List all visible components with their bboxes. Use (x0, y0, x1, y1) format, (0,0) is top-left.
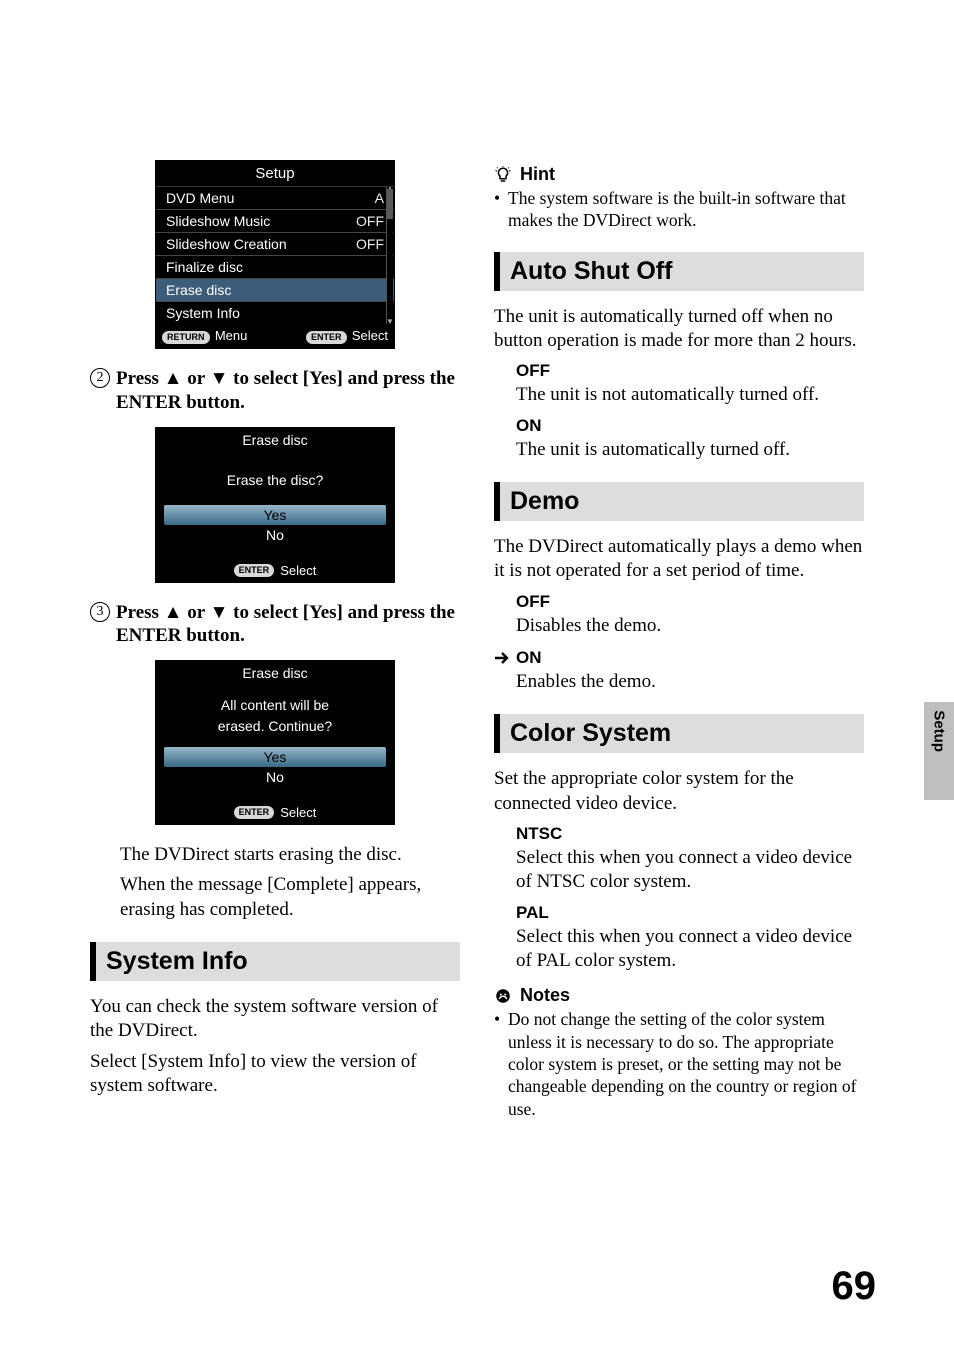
step-number: 2 (90, 368, 110, 388)
setup-row-finalize-disc: Finalize disc (156, 256, 394, 279)
setup-row-slideshow-music: Slideshow Music OFF (156, 210, 394, 233)
setup-row-value: A (375, 190, 384, 206)
option-pal-label: PAL (516, 903, 864, 923)
setup-row-value: OFF (356, 236, 384, 252)
bullet-icon: • (494, 1008, 508, 1120)
footer-enter-label: Select (280, 563, 316, 578)
option-off-desc: Disables the demo. (516, 614, 864, 638)
section-demo: Demo (494, 482, 864, 521)
dialog-option-yes: Yes (164, 747, 386, 767)
body-paragraph: The DVDirect automatically plays a demo … (494, 535, 864, 584)
body-paragraph: The DVDirect starts erasing the disc. (120, 843, 460, 867)
setup-row-label: Slideshow Music (166, 213, 270, 229)
setup-row-label: Finalize disc (166, 259, 243, 275)
body-paragraph: Select [System Info] to view the version… (90, 1050, 460, 1099)
arrow-down-icon: ▼ (210, 602, 229, 623)
enter-pill: ENTER (234, 806, 275, 819)
bullet-icon: • (494, 187, 508, 232)
dialog-prompt: All content will be erased. Continue? (156, 685, 394, 747)
footer-enter-label: Select (280, 805, 316, 820)
setup-screen: Setup DVD Menu A Slideshow Music OFF Sli… (155, 160, 395, 349)
section-auto-shut-off: Auto Shut Off (494, 252, 864, 291)
arrow-up-icon: ▲ (164, 602, 183, 623)
dialog-option-no: No (156, 525, 394, 545)
option-off-desc: The unit is not automatically turned off… (516, 383, 864, 407)
setup-screen-title: Setup (156, 161, 394, 187)
lightbulb-icon (494, 166, 512, 184)
option-on-row: ON (494, 648, 864, 668)
scrollbar-arrow-down-icon: ▼ (386, 319, 393, 325)
option-on-desc: Enables the demo. (516, 670, 864, 694)
hint-bullet: • The system software is the built-in so… (494, 187, 864, 232)
setup-row-slideshow-creation: Slideshow Creation OFF (156, 233, 394, 256)
setup-row-label: DVD Menu (166, 190, 234, 206)
setup-row-label: Erase disc (166, 282, 231, 298)
step-text: Press ▲ or ▼ to select [Yes] and press t… (116, 367, 460, 415)
dialog-prompt: Erase the disc? (156, 452, 394, 505)
return-pill: RETURN (162, 331, 210, 344)
section-system-info: System Info (90, 942, 460, 981)
option-pal-desc: Select this when you connect a video dev… (516, 925, 864, 974)
dialog-option-yes: Yes (164, 505, 386, 525)
arrow-up-icon: ▲ (164, 368, 183, 389)
step-2: 2 Press ▲ or ▼ to select [Yes] and press… (90, 367, 460, 415)
arrow-right-icon (494, 651, 510, 665)
body-paragraph: You can check the system software versio… (90, 995, 460, 1044)
dialog-option-no: No (156, 767, 394, 787)
option-off-label: OFF (516, 592, 864, 612)
option-on-label: ON (516, 416, 864, 436)
setup-row-value: OFF (356, 213, 384, 229)
footer-return-label: Menu (215, 328, 248, 343)
step-text: Press ▲ or ▼ to select [Yes] and press t… (116, 601, 460, 649)
footer-enter: ENTER Select (306, 328, 388, 344)
setup-row-label: System Info (166, 305, 240, 321)
body-paragraph: Set the appropriate color system for the… (494, 767, 864, 816)
body-paragraph: The unit is automatically turned off whe… (494, 305, 864, 354)
notes-bullet: • Do not change the setting of the color… (494, 1008, 864, 1120)
page-number: 69 (832, 1264, 877, 1309)
setup-row-system-info: System Info (156, 302, 394, 324)
hint-heading: Hint (494, 164, 864, 185)
notes-heading: Notes (494, 985, 864, 1006)
notes-icon (494, 987, 512, 1005)
section-color-system: Color System (494, 714, 864, 753)
erase-disc-dialog-2: Erase disc All content will be erased. C… (155, 660, 395, 825)
setup-row-label: Slideshow Creation (166, 236, 287, 252)
notes-label: Notes (520, 985, 570, 1006)
dialog-title: Erase disc (156, 661, 394, 685)
enter-pill: ENTER (306, 331, 347, 344)
scrollbar: ▲ ▼ (386, 187, 393, 324)
option-ntsc-label: NTSC (516, 824, 864, 844)
body-paragraph: When the message [Complete] appears, era… (120, 873, 460, 922)
step-3: 3 Press ▲ or ▼ to select [Yes] and press… (90, 601, 460, 649)
option-on-label: ON (516, 648, 542, 668)
erase-disc-dialog-1: Erase disc Erase the disc? Yes No ENTER … (155, 427, 395, 583)
enter-pill: ENTER (234, 564, 275, 577)
hint-label: Hint (520, 164, 555, 185)
step-number: 3 (90, 602, 110, 622)
side-tab-label: Setup (931, 710, 948, 752)
setup-row-dvd-menu: DVD Menu A (156, 187, 394, 210)
footer-return: RETURN Menu (162, 328, 247, 344)
setup-row-erase-disc: Erase disc (156, 279, 394, 302)
dialog-title: Erase disc (156, 428, 394, 452)
option-off-label: OFF (516, 361, 864, 381)
scrollbar-thumb (387, 189, 393, 219)
arrow-down-icon: ▼ (210, 368, 229, 389)
option-on-desc: The unit is automatically turned off. (516, 438, 864, 462)
option-ntsc-desc: Select this when you connect a video dev… (516, 846, 864, 895)
footer-enter-label: Select (352, 328, 388, 343)
